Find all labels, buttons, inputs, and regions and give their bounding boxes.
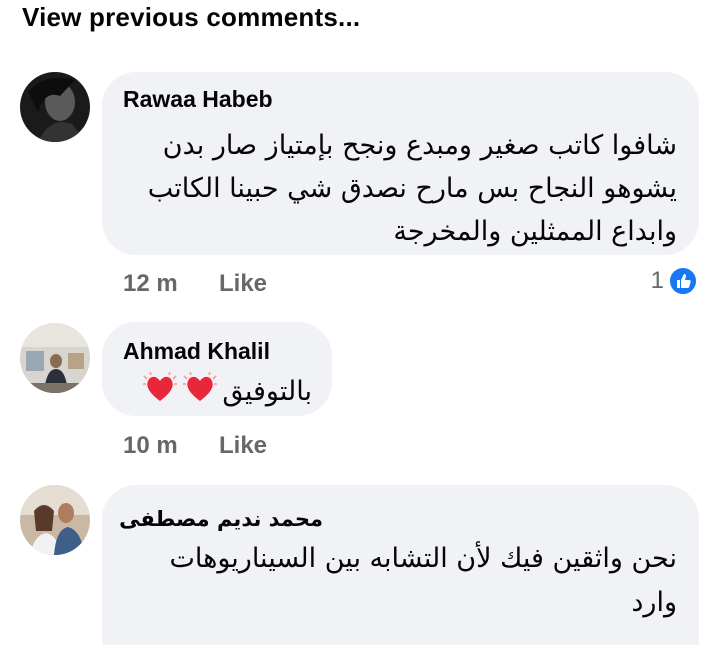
comment-text: شافوا كاتب صغير ومبدع ونجح بإمتياز صار ب… — [148, 124, 677, 253]
reaction-summary[interactable]: 1 — [651, 266, 698, 296]
comment-author[interactable]: Ahmad Khalil — [123, 338, 270, 365]
sparkling-heart-icon — [142, 371, 178, 411]
avatar-rawaa-habeb[interactable] — [20, 72, 90, 142]
comment-author[interactable]: Rawaa Habeb — [123, 86, 273, 113]
comment-text: نحن واثقين فيك لأن التشابه بين السيناريو… — [169, 537, 677, 625]
reaction-count: 1 — [650, 267, 664, 294]
like-button[interactable]: Like — [219, 432, 267, 460]
comment-text-line: وابداع الممثلين والمخرجة — [393, 216, 677, 247]
comment-text-line: نحن واثقين فيك لأن التشابه بين السيناريو… — [169, 543, 677, 574]
comment-time[interactable]: 12 m — [123, 270, 178, 298]
view-previous-comments-link[interactable]: View previous comments... — [22, 2, 360, 33]
comment-text-line: يشوهو النجاح بس مارح نصدق شي حبينا الكات… — [147, 173, 677, 204]
comment-text-line: شافوا كاتب صغير ومبدع ونجح بإمتياز صار ب… — [162, 130, 677, 161]
avatar-mohammad-nadim-mustafa[interactable] — [20, 485, 90, 555]
comment-bubble-mohammad: محمد نديم مصطفى نحن واثقين فيك لأن التشا… — [102, 485, 699, 645]
comment-bubble-rawaa: Rawaa Habeb شافوا كاتب صغير ومبدع ونجح ب… — [102, 72, 699, 255]
comment-text-line: وارد — [631, 587, 677, 618]
comment-bubble-ahmad: Ahmad Khalil بالتوفيق — [102, 322, 332, 416]
comment-text-content: بالتوفيق — [222, 376, 312, 407]
sparkling-heart-icon — [182, 371, 218, 411]
avatar-ahmad-khalil[interactable] — [20, 323, 90, 393]
like-reaction-icon — [668, 266, 698, 296]
comment-text: بالتوفيق — [142, 371, 312, 411]
like-button[interactable]: Like — [219, 270, 267, 298]
comment-author[interactable]: محمد نديم مصطفى — [119, 507, 323, 531]
comment-time[interactable]: 10 m — [123, 432, 178, 460]
